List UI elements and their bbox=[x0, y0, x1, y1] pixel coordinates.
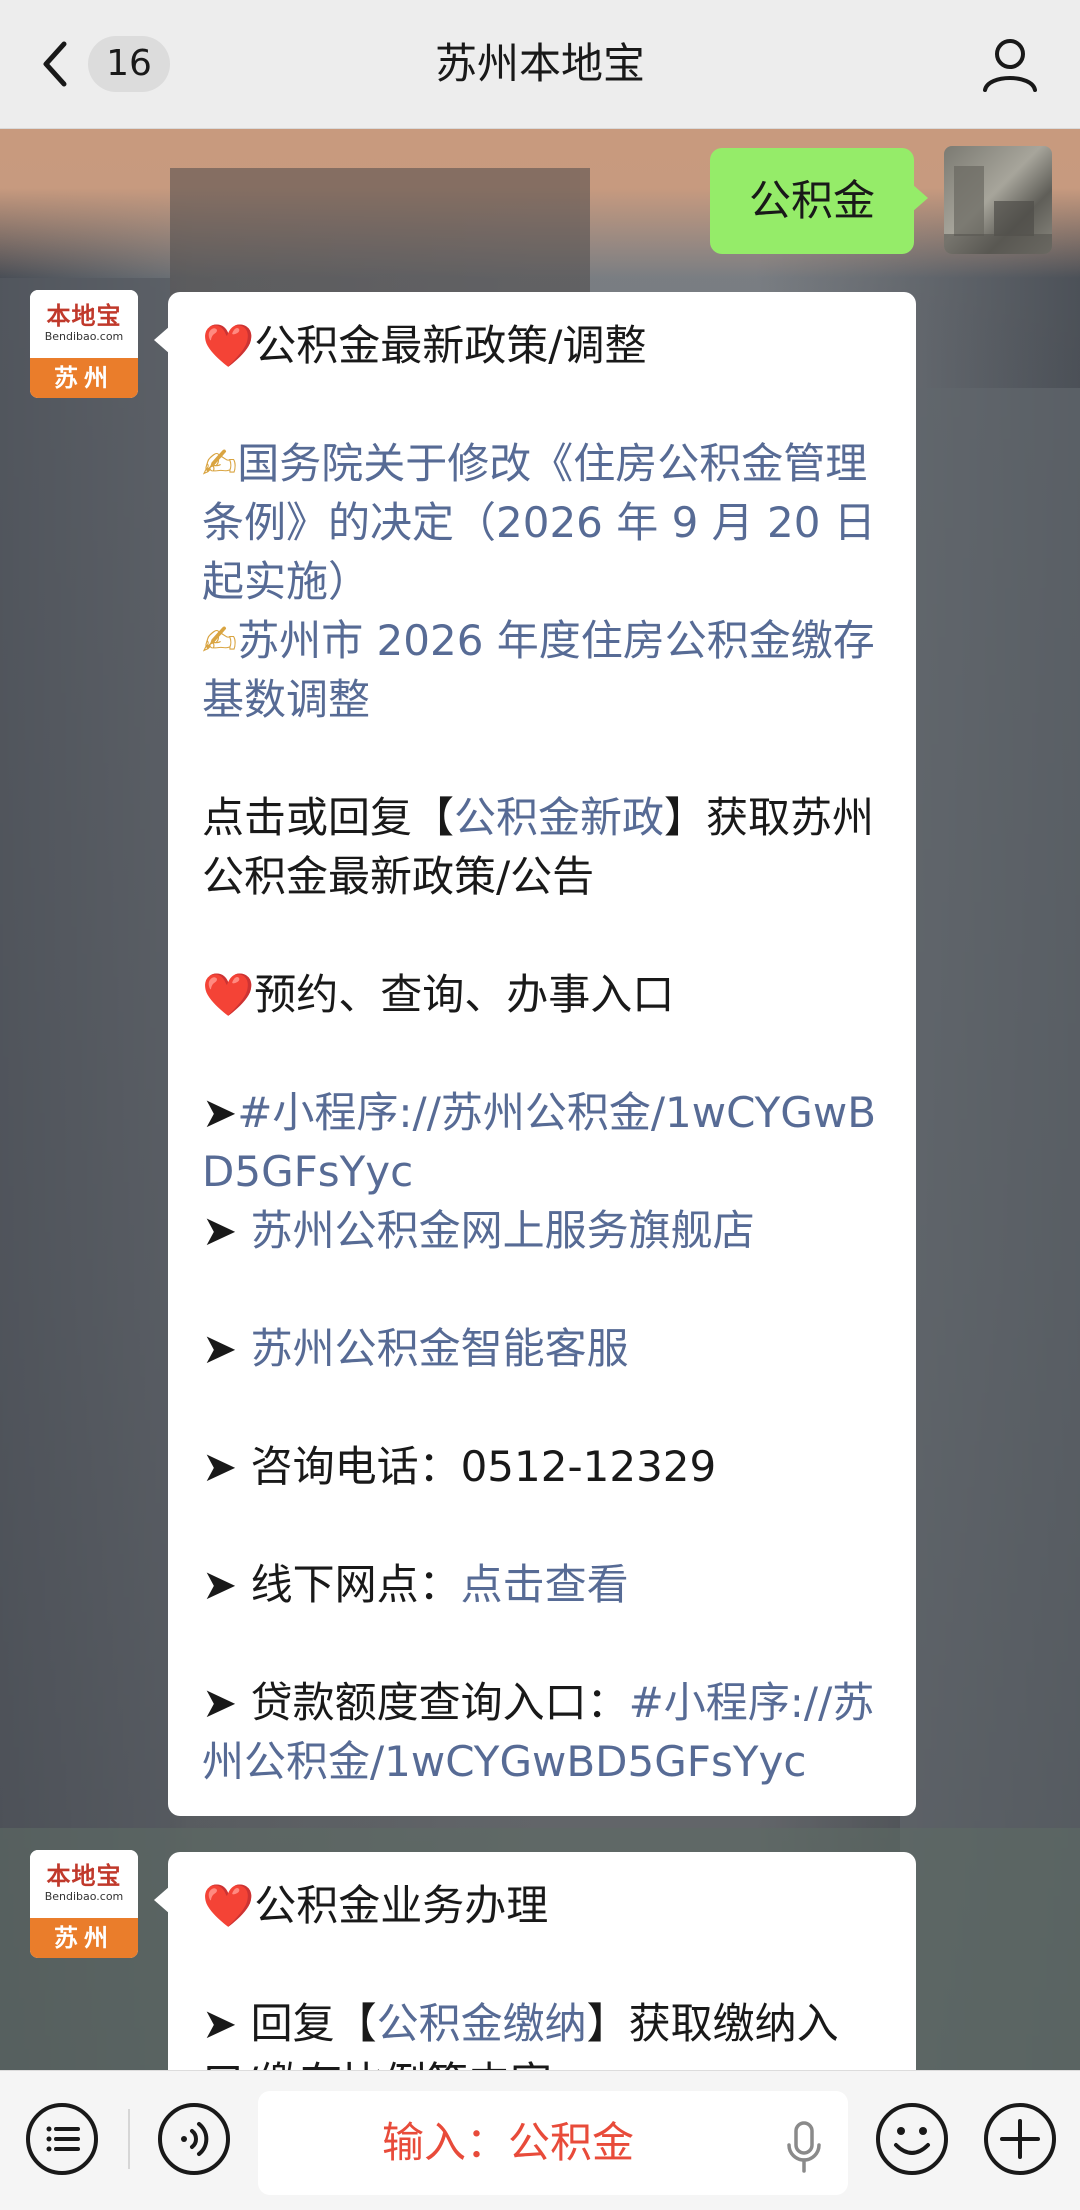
keyword-link-policy[interactable]: 公积金新政 bbox=[454, 793, 664, 842]
entry-item[interactable]: ➤#小程序://苏州公积金/1wCYGwBD5GFsYyc bbox=[202, 1083, 882, 1201]
avatar-city-label: 苏州 bbox=[30, 1918, 138, 1958]
flagship-store-link[interactable]: 苏州公积金网上服务旗舰店 bbox=[251, 1206, 755, 1255]
phone-number: 0512-12329 bbox=[460, 1442, 717, 1491]
navigation-bar: 16 苏州本地宝 bbox=[0, 0, 1080, 129]
back-button[interactable]: 16 bbox=[30, 28, 180, 100]
emoji-button[interactable] bbox=[874, 2101, 950, 2177]
avatar-logo-area: 本地宝 Bendibao.com bbox=[30, 290, 138, 358]
arrow-icon: ➤ bbox=[202, 1678, 238, 1727]
sent-message-bubble[interactable]: 公积金 bbox=[710, 148, 928, 254]
heart-icon: ❤️ bbox=[202, 970, 255, 1019]
arrow-icon: ➤ bbox=[202, 1560, 238, 1609]
outlet-link[interactable]: 点击查看 bbox=[461, 1560, 629, 1609]
message-heading: ❤️公积金最新政策/调整 bbox=[202, 316, 882, 375]
writing-hand-icon: ✍ bbox=[202, 439, 238, 488]
self-avatar-image bbox=[944, 166, 1052, 254]
reply-prefix: 点击或回复【 bbox=[202, 793, 455, 842]
received-message-bubble: ❤️公积金最新政策/调整 ✍国务院关于修改《住房公积金管理条例》的决定（2026… bbox=[154, 292, 916, 1816]
heading-text: 公积金业务办理 bbox=[254, 1881, 549, 1930]
emoji-icon bbox=[876, 2103, 948, 2175]
policy-item[interactable]: ✍国务院关于修改《住房公积金管理条例》的决定（2026 年 9 月 20 日起实… bbox=[202, 434, 882, 611]
reply-prefix: 回复【 bbox=[250, 1999, 377, 2048]
message-heading: ❤️公积金业务办理 bbox=[202, 1876, 882, 1935]
heart-icon: ❤️ bbox=[202, 321, 255, 370]
avatar-city-label: 苏州 bbox=[30, 358, 138, 398]
toolbar-divider bbox=[128, 2109, 130, 2169]
phone-label: 咨询电话： bbox=[250, 1442, 461, 1491]
avatar-logo-area: 本地宝 Bendibao.com bbox=[30, 1850, 138, 1918]
entry-item[interactable]: ➤ 苏州公积金网上服务旗舰店 bbox=[202, 1201, 882, 1260]
entry-item[interactable]: ➤ 贷款额度查询入口：#小程序://苏州公积金/1wCYGwBD5GFsYyc bbox=[202, 1673, 882, 1791]
arrow-icon: ➤ bbox=[202, 1206, 238, 1255]
heart-icon: ❤️ bbox=[202, 1881, 255, 1930]
voice-icon bbox=[158, 2103, 230, 2175]
entry-item: ➤ 咨询电话：0512-12329 bbox=[202, 1437, 882, 1496]
list-menu-icon bbox=[26, 2103, 98, 2175]
heading-text: 预约、查询、办事入口 bbox=[254, 970, 675, 1019]
plus-icon bbox=[984, 2103, 1056, 2175]
chat-info-button[interactable] bbox=[980, 34, 1040, 94]
microphone-icon[interactable] bbox=[784, 2121, 824, 2173]
avatar-logo-domain: Bendibao.com bbox=[44, 330, 124, 343]
input-text: 输入：公积金 bbox=[381, 2118, 634, 2167]
message-input[interactable]: 输入：公积金 bbox=[258, 2091, 848, 2195]
avatar-logo-text: 本地宝 bbox=[46, 1862, 122, 1890]
mini-program-link[interactable]: #小程序://苏州公积金/1wCYGwBD5GFsYyc bbox=[202, 1088, 876, 1196]
self-avatar[interactable] bbox=[944, 146, 1052, 254]
voice-mode-button[interactable] bbox=[156, 2101, 232, 2177]
entry-item[interactable]: ➤ 线下网点：点击查看 bbox=[202, 1555, 882, 1614]
arrow-icon: ➤ bbox=[202, 1324, 238, 1373]
outlet-label: 线下网点： bbox=[250, 1560, 461, 1609]
chevron-left-icon bbox=[43, 41, 67, 87]
entry-item[interactable]: ➤ 苏州公积金智能客服 bbox=[202, 1319, 882, 1378]
user-icon bbox=[983, 39, 1037, 92]
heading-text: 公积金最新政策/调整 bbox=[254, 321, 647, 370]
arrow-icon: ➤ bbox=[202, 1999, 238, 2048]
account-avatar[interactable]: 本地宝 Bendibao.com 苏州 bbox=[30, 290, 138, 398]
avatar-logo-domain: Bendibao.com bbox=[44, 1890, 124, 1903]
smart-service-link[interactable]: 苏州公积金智能客服 bbox=[251, 1324, 629, 1373]
background-building bbox=[900, 388, 1080, 2070]
policy-link-2[interactable]: 苏州市 2026 年度住房公积金缴存基数调整 bbox=[202, 616, 875, 724]
message-heading: ❤️预约、查询、办事入口 bbox=[202, 965, 882, 1024]
writing-hand-icon: ✍ bbox=[202, 616, 238, 665]
arrow-icon: ➤ bbox=[202, 1442, 238, 1491]
policy-link-1[interactable]: 国务院关于修改《住房公积金管理条例》的决定（2026 年 9 月 20 日起实施… bbox=[202, 439, 876, 606]
menu-toggle-button[interactable] bbox=[24, 2101, 100, 2177]
keyword-link-payment[interactable]: 公积金缴纳 bbox=[377, 1999, 587, 2048]
background-building bbox=[0, 278, 170, 2070]
more-actions-button[interactable] bbox=[982, 2101, 1058, 2177]
reply-hint: 点击或回复【公积金新政】获取苏州公积金最新政策/公告 bbox=[202, 788, 882, 906]
loan-label: 贷款额度查询入口： bbox=[250, 1678, 629, 1727]
input-toolbar: 输入：公积金 bbox=[0, 2070, 1080, 2210]
policy-item[interactable]: ✍苏州市 2026 年度住房公积金缴存基数调整 bbox=[202, 611, 882, 729]
account-avatar[interactable]: 本地宝 Bendibao.com 苏州 bbox=[30, 1850, 138, 1958]
unread-count-badge: 16 bbox=[88, 36, 170, 92]
avatar-logo-text: 本地宝 bbox=[46, 302, 122, 330]
arrow-icon: ➤ bbox=[202, 1088, 238, 1137]
